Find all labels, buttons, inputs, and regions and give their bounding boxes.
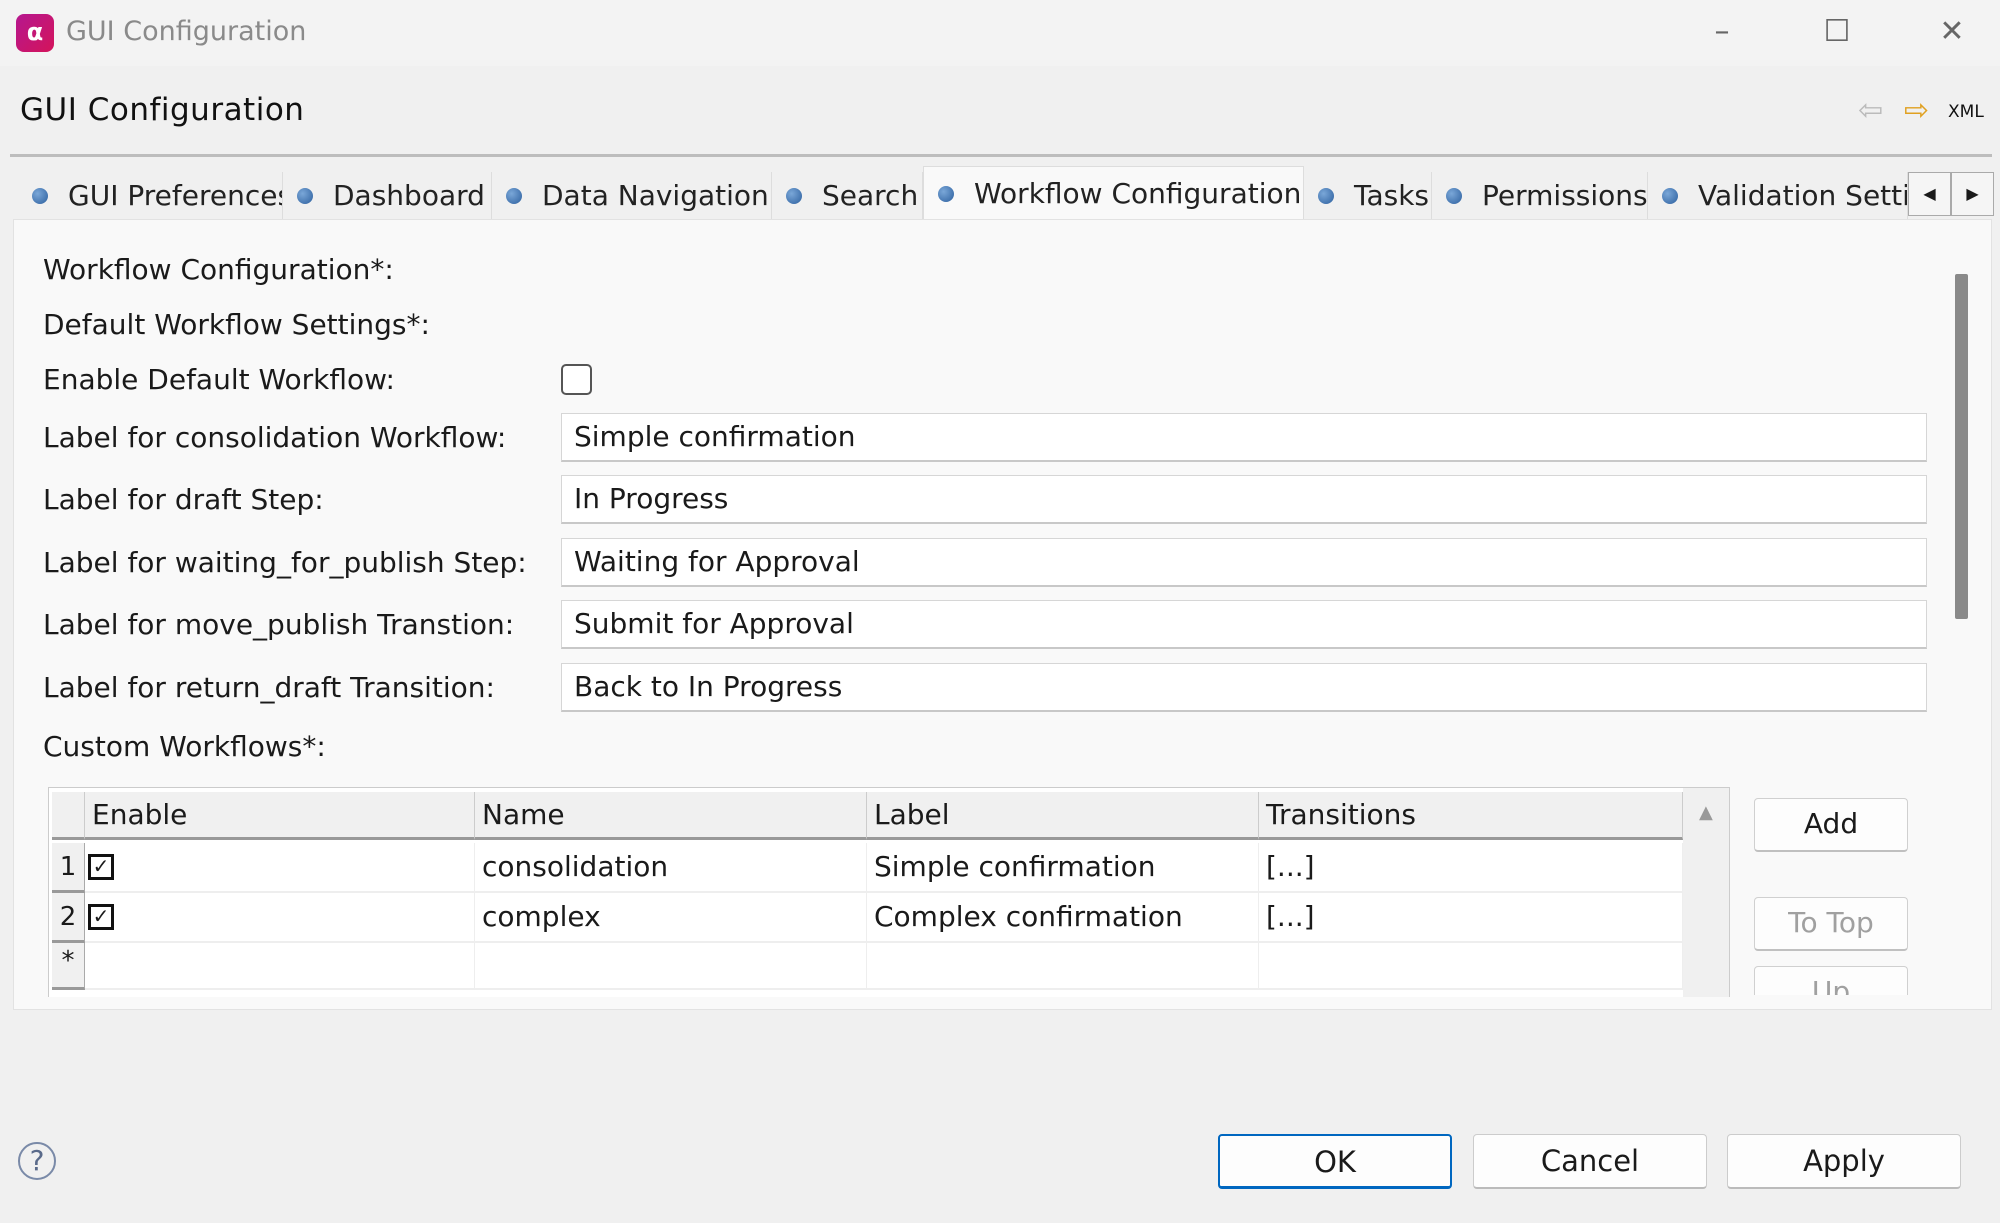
app-logo-icon: α <box>16 14 54 52</box>
cancel-button[interactable]: Cancel <box>1473 1134 1707 1189</box>
window-title: GUI Configuration <box>66 16 307 47</box>
checked-checkbox-icon[interactable]: ✓ <box>88 904 114 930</box>
field-label: Label for consolidation Workflow: <box>43 421 507 454</box>
tab-dot-icon <box>938 185 954 202</box>
workflow-configuration-heading: Workflow Configuration*: <box>43 253 394 286</box>
waiting-step-input[interactable]: Waiting for Approval <box>561 538 1927 587</box>
tab-label: Workflow Configuration <box>974 177 1302 210</box>
tab-scroll-left-button[interactable]: ◀ <box>1908 172 1951 216</box>
tab-workflow-configuration[interactable]: Workflow Configuration <box>923 166 1304 220</box>
field-label: Label for draft Step: <box>43 483 324 516</box>
column-header-label[interactable]: Label <box>867 792 1259 840</box>
new-row-cell[interactable] <box>867 943 1259 990</box>
column-header-enable[interactable]: Enable <box>85 792 475 840</box>
apply-button[interactable]: Apply <box>1727 1134 1961 1189</box>
table-scrollbar[interactable]: ▲ <box>1683 788 1729 997</box>
label-cell[interactable]: Simple confirmation <box>867 843 1259 893</box>
maximize-button[interactable]: ☐ <box>1807 10 1867 54</box>
row-number: 2 <box>52 893 85 943</box>
column-header-transitions[interactable]: Transitions <box>1259 792 1683 840</box>
arrow-left-icon[interactable]: ⇦ <box>1858 96 1883 126</box>
tab-data-navigation[interactable]: Data Navigation <box>492 172 772 219</box>
tab-tasks[interactable]: Tasks <box>1304 172 1432 219</box>
enable-cell[interactable]: ✓ <box>85 893 475 943</box>
new-row-cell[interactable] <box>85 943 475 990</box>
column-header-name[interactable]: Name <box>475 792 867 840</box>
consolidation-label-input[interactable]: Simple confirmation <box>561 413 1927 462</box>
return-draft-input[interactable]: Back to In Progress <box>561 663 1927 712</box>
new-row-marker: * <box>52 943 85 990</box>
tab-dot-icon <box>1318 187 1334 204</box>
enable-default-workflow-checkbox[interactable] <box>561 364 592 395</box>
add-button[interactable]: Add <box>1754 798 1908 852</box>
tab-dot-icon <box>506 187 522 204</box>
scroll-up-arrow-icon[interactable]: ▲ <box>1699 802 1713 823</box>
help-icon[interactable]: ? <box>18 1142 56 1180</box>
transitions-cell[interactable]: [...] <box>1259 893 1683 943</box>
default-settings-heading: Default Workflow Settings*: <box>43 308 430 341</box>
checked-checkbox-icon[interactable]: ✓ <box>88 854 114 880</box>
tab-dot-icon <box>1662 187 1678 204</box>
page-title: GUI Configuration <box>20 92 305 128</box>
close-button[interactable]: ✕ <box>1922 10 1982 54</box>
new-row-cell[interactable] <box>475 943 867 990</box>
row-header-corner <box>52 792 85 840</box>
enable-default-label: Enable Default Workflow: <box>43 363 395 396</box>
up-button-clip: Up <box>1754 966 1908 995</box>
tab-dot-icon <box>1446 187 1462 204</box>
minimize-button[interactable]: – <box>1692 10 1752 54</box>
enable-cell[interactable]: ✓ <box>85 843 475 893</box>
tab-label: Validation Settings <box>1698 179 1907 212</box>
tab-label: Data Navigation <box>542 179 769 212</box>
tab-label: Search <box>822 179 919 212</box>
move-publish-input[interactable]: Submit for Approval <box>561 600 1927 649</box>
field-label: Label for return_draft Transition: <box>43 671 495 704</box>
name-cell[interactable]: complex <box>475 893 867 943</box>
ok-button[interactable]: OK <box>1218 1134 1452 1189</box>
tab-dot-icon <box>297 187 313 204</box>
transitions-cell[interactable]: [...] <box>1259 843 1683 893</box>
tab-dot-icon <box>786 187 802 204</box>
new-row-cell[interactable] <box>1259 943 1683 990</box>
field-label: Label for move_publish Transtion: <box>43 608 515 641</box>
field-label: Label for waiting_for_publish Step: <box>43 546 527 579</box>
tab-label: Permissions <box>1482 179 1648 212</box>
tab-permissions[interactable]: Permissions <box>1432 172 1648 219</box>
tab-search[interactable]: Search <box>772 172 923 219</box>
row-number: 1 <box>52 843 85 893</box>
custom-workflows-heading: Custom Workflows*: <box>43 730 326 763</box>
draft-step-input[interactable]: In Progress <box>561 475 1927 524</box>
tab-gui-preferences[interactable]: GUI Preferences <box>18 172 283 219</box>
custom-workflows-table: Enable Name Label Transitions 1 ✓ consol… <box>48 787 1730 997</box>
tab-label: Tasks <box>1354 179 1430 212</box>
to-top-button[interactable]: To Top <box>1754 897 1908 951</box>
xml-button[interactable]: XML <box>1948 102 1984 122</box>
tab-dot-icon <box>32 187 48 204</box>
tab-dashboard[interactable]: Dashboard <box>283 172 492 219</box>
tab-label: GUI Preferences <box>68 179 283 212</box>
tab-scroll-right-button[interactable]: ▶ <box>1951 172 1994 216</box>
label-cell[interactable]: Complex confirmation <box>867 893 1259 943</box>
up-button[interactable]: Up <box>1754 966 1908 995</box>
tab-validation-settings[interactable]: Validation Settings <box>1648 172 1908 219</box>
header-divider <box>10 154 1992 157</box>
tab-label: Dashboard <box>333 179 485 212</box>
panel-scrollbar[interactable] <box>1955 274 1968 619</box>
name-cell[interactable]: consolidation <box>475 843 867 893</box>
arrow-right-icon[interactable]: ⇨ <box>1904 96 1929 126</box>
